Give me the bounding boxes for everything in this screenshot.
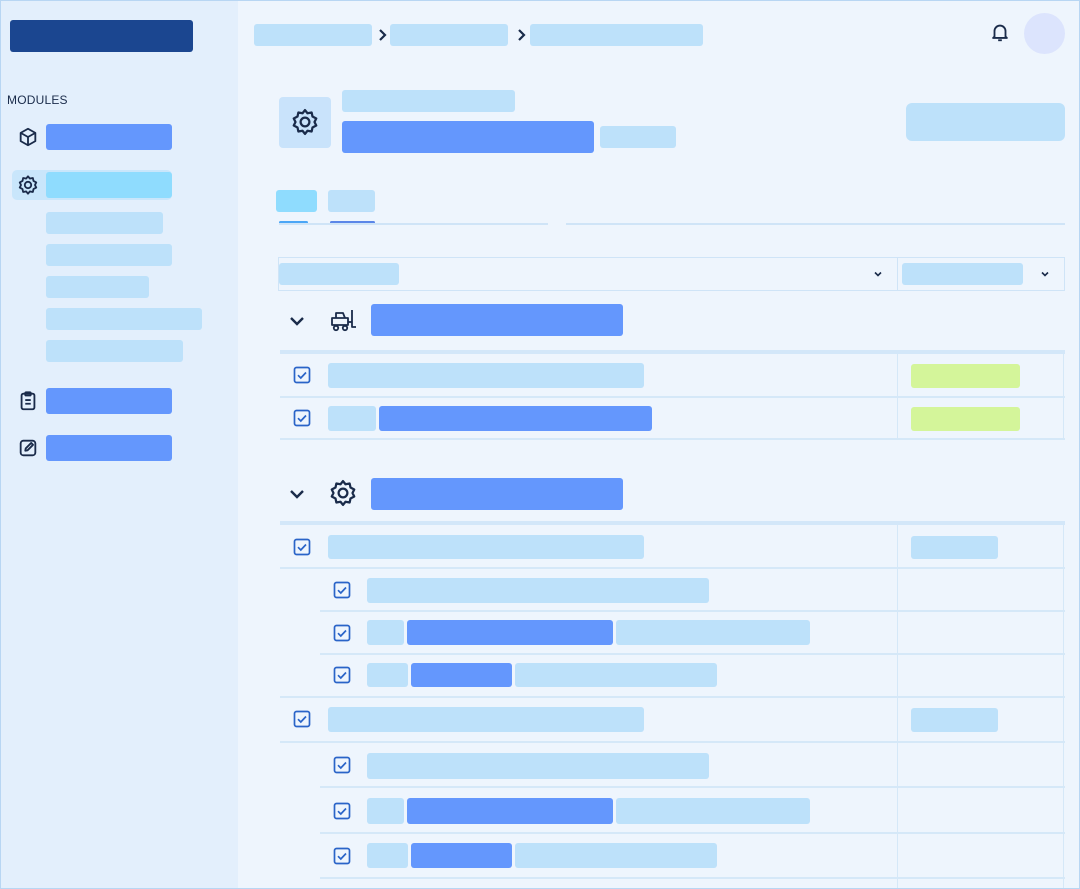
window-frame — [0, 0, 1080, 889]
